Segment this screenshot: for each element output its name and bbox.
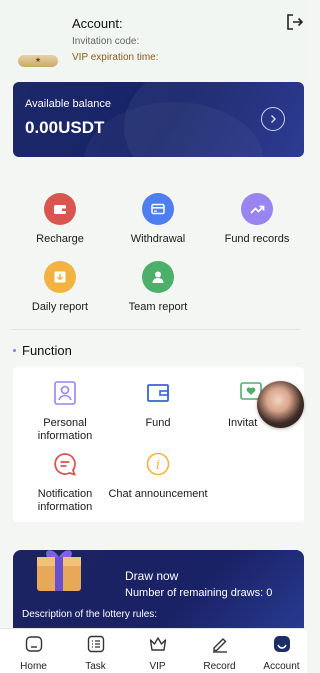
nav-home-label: Home — [20, 661, 47, 672]
lottery-rules-description: Description of the lottery rules: — [22, 609, 158, 620]
invitation-code-label: Invitation code: — [72, 36, 140, 47]
personal-information-button[interactable]: Personal information — [15, 380, 115, 443]
download-box-icon — [44, 261, 76, 293]
recharge-label: Recharge — [36, 233, 84, 245]
chat-announcement-button[interactable]: i Chat announcement — [108, 451, 208, 501]
account-header — [0, 0, 307, 80]
daily-report-label: Daily report — [31, 301, 89, 313]
account-label: Account: — [72, 16, 123, 31]
available-balance-value: 0.00USDT — [25, 118, 105, 137]
home-icon — [25, 636, 42, 652]
remaining-draws-label: Number of remaining draws: 0 — [125, 587, 273, 599]
nav-vip-label: VIP — [149, 661, 166, 672]
nav-task[interactable]: Task — [65, 634, 126, 672]
fund-label: Fund — [145, 417, 171, 429]
team-report-label: Team report — [128, 301, 188, 313]
draw-now-label[interactable]: Draw now — [125, 569, 178, 583]
notification-information-button[interactable]: Notification information — [15, 451, 115, 514]
vip-badge: ★ — [18, 55, 58, 67]
recharge-button[interactable]: Recharge — [15, 193, 105, 245]
daily-report-button[interactable]: Daily report — [15, 261, 105, 313]
gift-box-icon — [37, 550, 81, 591]
fund-button[interactable]: Fund — [108, 380, 208, 430]
personal-information-label: Personal information — [37, 417, 93, 442]
customer-service-avatar[interactable] — [257, 381, 304, 428]
available-balance-label: Available balance — [25, 98, 112, 110]
nav-task-label: Task — [85, 661, 106, 672]
balance-arrow-button[interactable] — [261, 107, 285, 131]
nav-account[interactable]: Account — [251, 634, 312, 672]
nav-record-label: Record — [203, 661, 236, 672]
nav-vip[interactable]: VIP — [127, 634, 188, 672]
withdrawal-button[interactable]: Withdrawal — [113, 193, 203, 245]
nav-account-label: Account — [263, 661, 300, 672]
card-icon — [142, 193, 174, 225]
team-report-button[interactable]: Team report — [113, 261, 203, 313]
user-icon — [142, 261, 174, 293]
vip-expiration-label: VIP expiration time: — [72, 52, 159, 63]
notification-information-label: Notification information — [37, 488, 93, 513]
nav-record[interactable]: Record — [189, 634, 250, 672]
trend-up-icon — [241, 193, 273, 225]
function-title-dot — [13, 349, 16, 352]
chat-announcement-label: Chat announcement — [108, 488, 208, 500]
section-divider — [10, 329, 300, 330]
chevron-right-icon — [271, 115, 276, 123]
function-title: Function — [22, 343, 72, 358]
withdrawal-label: Withdrawal — [130, 233, 186, 245]
account-icon — [273, 636, 290, 652]
crown-icon — [149, 637, 166, 651]
list-icon — [87, 635, 104, 653]
fund-records-button[interactable]: Fund records — [212, 193, 302, 245]
edit-icon — [212, 638, 227, 653]
wallet-outline-icon — [147, 384, 169, 402]
info-icon: i — [146, 452, 170, 476]
fund-records-label: Fund records — [224, 233, 290, 245]
svg-text:i: i — [156, 458, 160, 473]
wallet-icon — [44, 193, 76, 225]
nav-home[interactable]: Home — [3, 634, 64, 672]
message-icon — [54, 453, 76, 476]
id-card-icon — [54, 381, 76, 405]
logout-icon[interactable] — [286, 13, 304, 31]
